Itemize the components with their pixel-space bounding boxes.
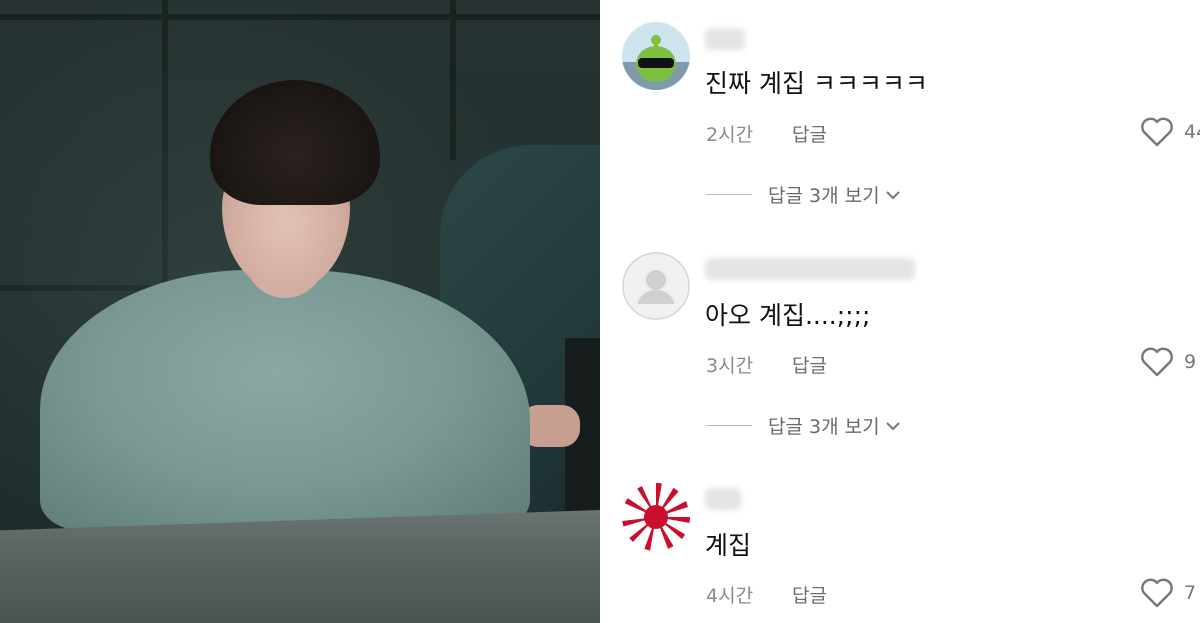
heart-icon <box>1141 347 1173 377</box>
like-button[interactable]: 44 <box>1140 117 1200 147</box>
comment-text: 계집 <box>705 531 752 560</box>
like-count: 7 <box>1184 582 1197 604</box>
heart-icon <box>1141 117 1173 147</box>
like-count: 9 <box>1184 351 1197 373</box>
heart-icon <box>1141 578 1173 608</box>
comment-time: 3시간 <box>706 355 754 377</box>
view-replies-label: 답글 3개 보기 <box>768 185 880 207</box>
view-replies-button[interactable]: 답글 3개 보기 <box>706 181 902 208</box>
like-button[interactable]: 9 <box>1140 347 1196 377</box>
green-alien-avatar-icon[interactable] <box>622 22 690 90</box>
comment-text: 아오 계집....;;;; <box>705 301 871 330</box>
username-blurred[interactable] <box>705 28 745 50</box>
divider-line <box>706 194 752 195</box>
username-blurred[interactable] <box>705 488 741 510</box>
like-button[interactable]: 7 <box>1140 578 1196 608</box>
username-blurred[interactable] <box>705 258 915 280</box>
rising-sun-flag-avatar-icon[interactable] <box>622 483 690 551</box>
video-still <box>0 0 600 623</box>
reply-button[interactable]: 답글 <box>792 351 827 378</box>
chevron-down-icon <box>885 421 900 430</box>
chevron-down-icon <box>885 190 900 199</box>
comment-list: 진짜 계집 ㅋㅋㅋㅋㅋ 2시간 답글 44 답글 3개 보기 아오 계집....… <box>600 0 1200 623</box>
comment-time: 4시간 <box>706 585 754 607</box>
divider-line <box>706 425 752 426</box>
like-count: 44 <box>1184 121 1200 143</box>
reply-button[interactable]: 답글 <box>792 581 827 608</box>
reply-button[interactable]: 답글 <box>792 120 827 147</box>
view-replies-label: 답글 3개 보기 <box>768 416 880 438</box>
view-replies-button[interactable]: 답글 3개 보기 <box>706 412 902 439</box>
default-user-avatar-icon[interactable] <box>622 252 690 320</box>
comment-text: 진짜 계집 ㅋㅋㅋㅋㅋ <box>705 69 928 98</box>
comment-time: 2시간 <box>706 124 754 146</box>
